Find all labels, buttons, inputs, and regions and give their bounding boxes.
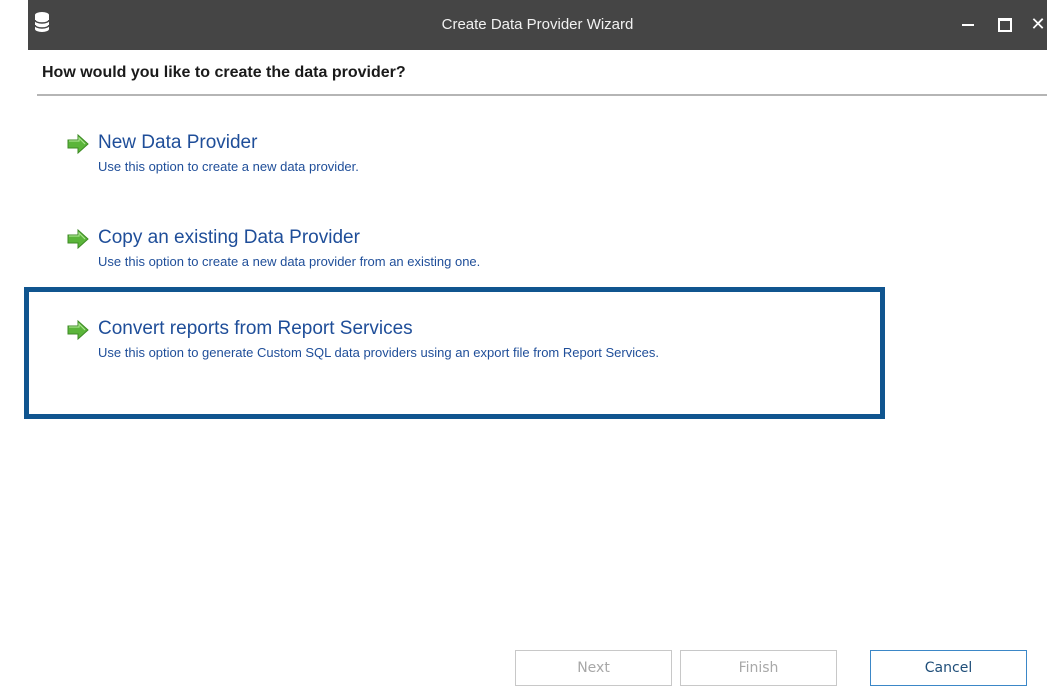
minimize-button[interactable]	[954, 10, 982, 38]
option-title[interactable]: Convert reports from Report Services	[98, 318, 413, 340]
page-heading: How would you like to create the data pr…	[42, 64, 406, 81]
option-description: Use this option to generate Custom SQL d…	[98, 345, 659, 360]
close-button[interactable]: ✕	[1024, 10, 1047, 38]
option-description: Use this option to create a new data pro…	[98, 159, 359, 174]
title-bar[interactable]: Create Data Provider Wizard ✕	[28, 0, 1047, 50]
green-arrow-icon	[67, 228, 89, 250]
wizard-window: Create Data Provider Wizard ✕ How would …	[0, 0, 1047, 688]
close-icon: ✕	[1030, 14, 1046, 34]
option-title[interactable]: Copy an existing Data Provider	[98, 227, 360, 249]
maximize-icon	[998, 18, 1012, 32]
finish-button[interactable]: Finish	[680, 650, 837, 686]
option-convert-reports[interactable]: Convert reports from Report Services Use…	[66, 318, 846, 364]
minimize-icon	[962, 24, 974, 26]
green-arrow-icon	[67, 319, 89, 341]
window-title: Create Data Provider Wizard	[441, 16, 634, 33]
cancel-button[interactable]: Cancel	[870, 650, 1027, 686]
next-button[interactable]: Next	[515, 650, 672, 686]
maximize-button[interactable]	[990, 10, 1018, 38]
option-copy-data-provider[interactable]: Copy an existing Data Provider Use this …	[66, 227, 846, 273]
green-arrow-icon	[67, 133, 89, 155]
option-title[interactable]: New Data Provider	[98, 132, 257, 154]
header-divider	[37, 94, 1047, 96]
option-new-data-provider[interactable]: New Data Provider Use this option to cre…	[66, 132, 846, 178]
option-description: Use this option to create a new data pro…	[98, 254, 481, 269]
